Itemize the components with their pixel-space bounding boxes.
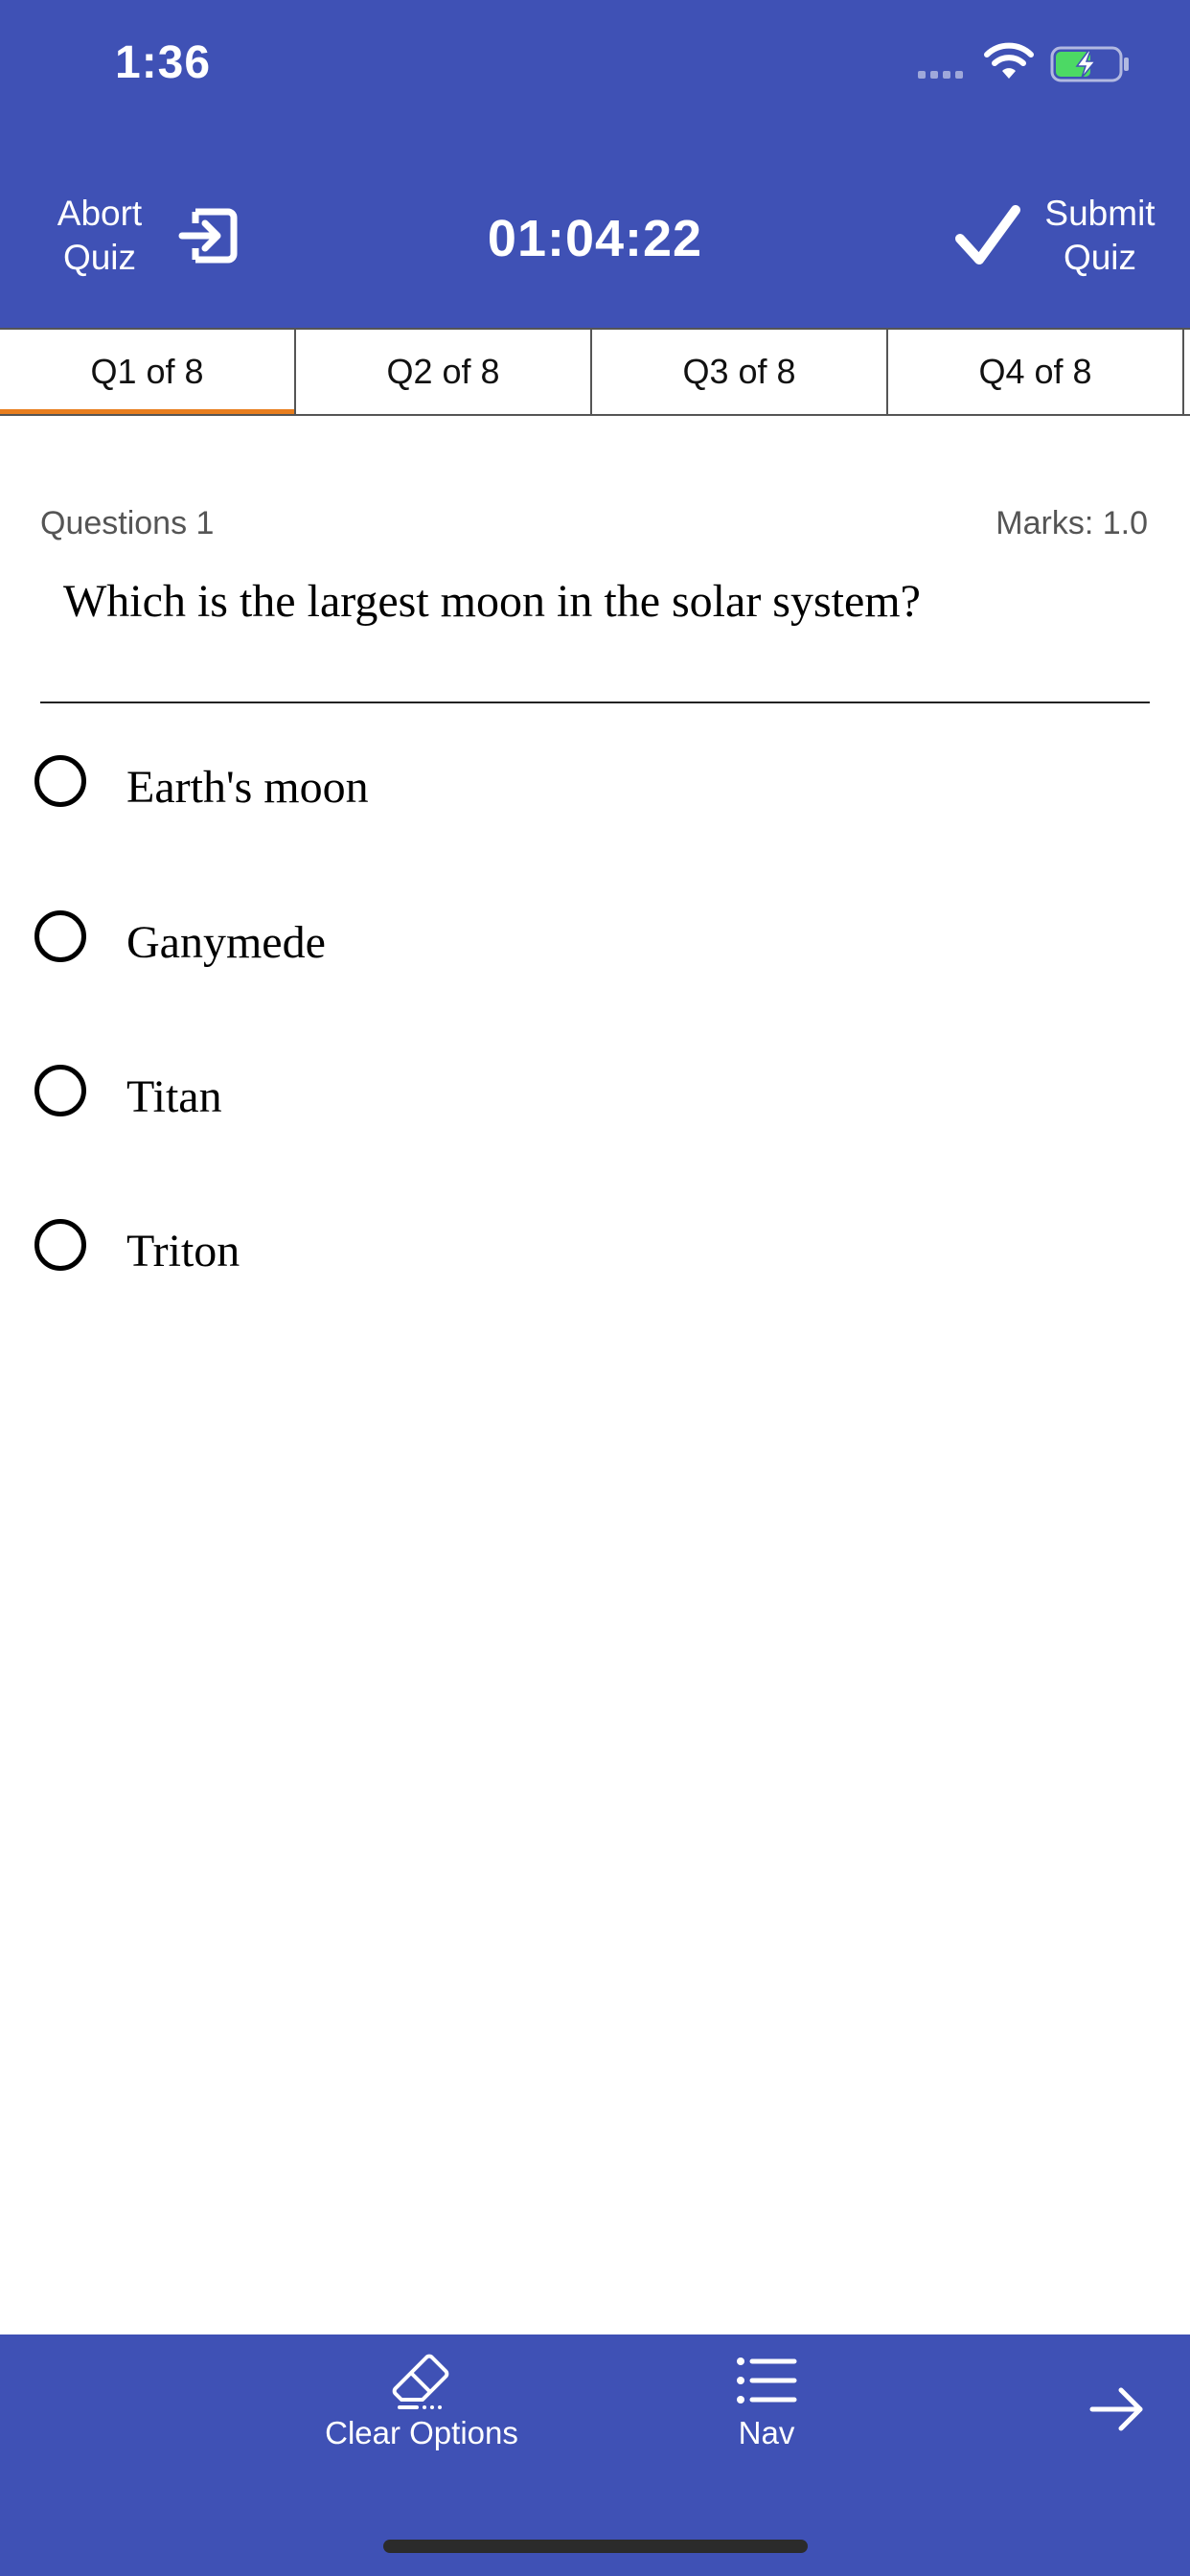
radio-button[interactable] bbox=[34, 755, 86, 807]
eraser-icon bbox=[392, 2354, 449, 2409]
quiz-timer: 01:04:22 bbox=[487, 210, 703, 267]
status-time: 1:36 bbox=[115, 37, 212, 88]
question-divider bbox=[40, 702, 1150, 703]
tab-q2[interactable]: Q2 of 8 bbox=[296, 330, 592, 414]
tab-q4[interactable]: Q4 of 8 bbox=[888, 330, 1184, 414]
question-text: Which is the largest moon in the solar s… bbox=[63, 576, 921, 627]
cellular-signal-icon bbox=[918, 71, 963, 79]
question-number: Questions 1 bbox=[40, 505, 215, 541]
tab-q1[interactable]: Q1 of 8 bbox=[0, 330, 296, 414]
option-triton[interactable]: Triton bbox=[34, 1202, 1146, 1288]
exit-icon bbox=[178, 208, 238, 264]
option-ganymede[interactable]: Ganymede bbox=[34, 893, 1146, 979]
option-earths-moon[interactable]: Earth's moon bbox=[34, 738, 1146, 824]
option-titan[interactable]: Titan bbox=[34, 1047, 1146, 1134]
submit-quiz-button[interactable]: Submit Quiz bbox=[954, 192, 1161, 280]
option-label: Ganymede bbox=[126, 916, 326, 968]
quiz-header: 1:36 Abort Quiz 01:04:22 Submit Quiz bbox=[0, 0, 1190, 328]
submit-quiz-label: Submit Quiz bbox=[1044, 194, 1156, 277]
battery-charging-icon bbox=[1050, 46, 1129, 82]
arrow-right-icon[interactable] bbox=[1087, 2379, 1148, 2440]
radio-button[interactable] bbox=[34, 910, 86, 962]
checkmark-icon bbox=[955, 205, 1020, 264]
abort-quiz-label: Abort Quiz bbox=[57, 194, 143, 277]
tab-q3[interactable]: Q3 of 8 bbox=[592, 330, 888, 414]
clear-options-label: Clear Options bbox=[325, 2415, 518, 2450]
nav-label: Nav bbox=[738, 2415, 795, 2450]
radio-button[interactable] bbox=[34, 1219, 86, 1271]
option-label: Titan bbox=[126, 1070, 222, 1122]
option-label: Earth's moon bbox=[126, 761, 369, 813]
question-tabs: Q1 of 8 Q2 of 8 Q3 of 8 Q4 of 8 bbox=[0, 328, 1190, 416]
option-label: Triton bbox=[126, 1225, 240, 1276]
abort-quiz-button[interactable]: Abort Quiz bbox=[38, 192, 241, 280]
home-indicator[interactable] bbox=[383, 2540, 808, 2553]
wifi-icon bbox=[984, 42, 1034, 79]
question-meta: Questions 1 Marks: 1.0 bbox=[40, 505, 1148, 542]
radio-button[interactable] bbox=[34, 1065, 86, 1116]
question-marks: Marks: 1.0 bbox=[995, 505, 1148, 541]
nav-button[interactable]: Nav bbox=[709, 2350, 824, 2451]
list-icon bbox=[737, 2358, 797, 2404]
clear-options-button[interactable]: Clear Options bbox=[316, 2350, 527, 2451]
